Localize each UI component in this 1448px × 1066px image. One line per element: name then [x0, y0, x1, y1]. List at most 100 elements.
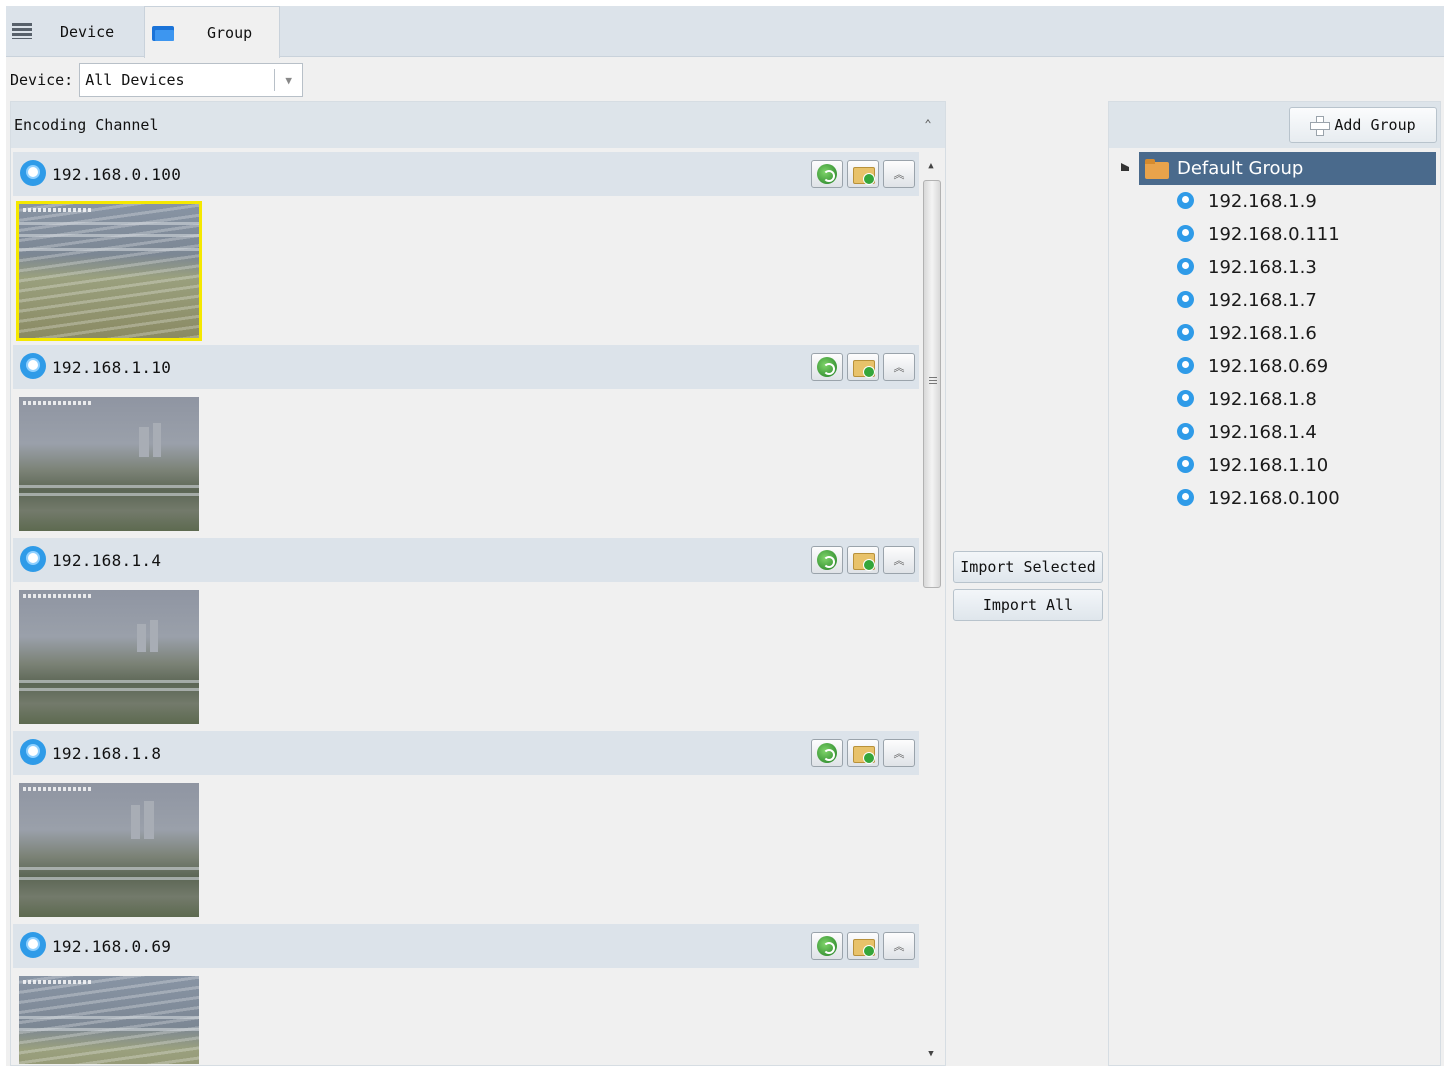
chevron-up-icon: ︽ — [893, 747, 905, 760]
tab-group[interactable]: Group — [144, 6, 280, 58]
collapse-button[interactable]: ︽ — [883, 353, 915, 381]
tab-device[interactable]: Device — [6, 6, 144, 57]
refresh-button[interactable] — [811, 546, 843, 574]
camera-icon — [1177, 455, 1194, 476]
add-to-group-button[interactable] — [847, 353, 879, 381]
import-selected-button[interactable]: Import Selected — [953, 551, 1103, 583]
encoding-channel-header: Encoding Channel ⌃ — [11, 102, 945, 148]
camera-icon — [20, 353, 46, 381]
tree-leaf-label: 192.168.0.69 — [1208, 356, 1329, 377]
channel-list: 192.168.0.100 ︽ 192.168.1.10 ︽ 192.168.1… — [13, 152, 919, 1064]
channel-thumbnail[interactable] — [16, 201, 202, 341]
add-to-group-button[interactable] — [847, 546, 879, 574]
scroll-thumb[interactable] — [923, 180, 941, 588]
expand-arrow-icon[interactable] — [1121, 163, 1129, 171]
tree-leaf-label: 192.168.1.4 — [1208, 422, 1317, 443]
channel-header[interactable]: 192.168.1.8 ︽ — [13, 731, 919, 775]
tree-leaf-label: 192.168.1.9 — [1208, 191, 1317, 212]
camera-icon — [1177, 224, 1194, 245]
group-panel: Add Group Default Group 192.168.1.9 192.… — [1108, 101, 1441, 1066]
channel-thumbnail[interactable] — [19, 976, 199, 1064]
chevron-up-icon: ︽ — [893, 940, 905, 953]
add-group-button[interactable]: Add Group — [1289, 107, 1437, 143]
channel-ip: 192.168.1.4 — [52, 550, 162, 570]
list-item: 192.168.0.100 ︽ — [13, 152, 919, 345]
tree-leaf[interactable]: 192.168.0.100 — [1109, 482, 1440, 515]
tab-bar: Device Group — [6, 6, 1444, 58]
collapse-button[interactable]: ︽ — [883, 932, 915, 960]
camera-icon — [20, 739, 46, 767]
channel-thumbnail[interactable] — [19, 397, 199, 531]
group-management-window: Device Group Device: All Devices ▼ Encod… — [6, 6, 1444, 1066]
tree-leaf-label: 192.168.1.3 — [1208, 257, 1317, 278]
refresh-button[interactable] — [811, 353, 843, 381]
refresh-button[interactable] — [811, 932, 843, 960]
camera-icon — [1177, 488, 1194, 509]
camera-icon — [1177, 389, 1194, 410]
scroll-down-icon[interactable]: ▼ — [921, 1044, 941, 1064]
channel-ip: 192.168.1.10 — [52, 357, 172, 377]
collapse-panel-icon[interactable]: ⌃ — [919, 115, 937, 133]
tree-leaf[interactable]: 192.168.1.6 — [1109, 317, 1440, 350]
folder-add-icon — [853, 359, 875, 378]
refresh-button[interactable] — [811, 160, 843, 188]
tree-leaf-label: 192.168.0.111 — [1208, 224, 1340, 245]
tree-leaf[interactable]: 192.168.0.111 — [1109, 218, 1440, 251]
tree-node-default-group[interactable]: Default Group — [1139, 152, 1436, 185]
chevron-up-icon: ︽ — [893, 554, 905, 567]
channel-header[interactable]: 192.168.1.4 ︽ — [13, 538, 919, 582]
tree-leaf[interactable]: 192.168.1.10 — [1109, 449, 1440, 482]
tree-node-label: Default Group — [1177, 158, 1304, 179]
channel-thumbnail[interactable] — [19, 590, 199, 724]
encoding-channel-title: Encoding Channel — [14, 116, 159, 134]
group-panel-header: Add Group — [1109, 102, 1440, 148]
tree-leaf-label: 192.168.0.100 — [1208, 488, 1340, 509]
chevron-up-icon: ︽ — [893, 168, 905, 181]
add-to-group-button[interactable] — [847, 932, 879, 960]
import-all-button[interactable]: Import All — [953, 589, 1103, 621]
folder-icon — [152, 24, 174, 42]
channel-list-scrollbar[interactable]: ▲ ▼ — [921, 152, 941, 1064]
camera-icon — [1177, 257, 1194, 278]
list-item: 192.168.1.8 ︽ — [13, 731, 919, 924]
collapse-button[interactable]: ︽ — [883, 546, 915, 574]
folder-add-icon — [853, 166, 875, 185]
add-group-label: Add Group — [1334, 116, 1416, 134]
tree-leaf-label: 192.168.1.8 — [1208, 389, 1317, 410]
tab-group-label: Group — [207, 23, 253, 42]
tab-device-label: Device — [60, 22, 115, 41]
tree-leaf-label: 192.168.1.6 — [1208, 323, 1317, 344]
tree-leaf[interactable]: 192.168.1.4 — [1109, 416, 1440, 449]
collapse-button[interactable]: ︽ — [883, 739, 915, 767]
channel-header[interactable]: 192.168.0.100 ︽ — [13, 152, 919, 196]
camera-icon — [20, 932, 46, 960]
tree-leaf[interactable]: 192.168.1.9 — [1109, 185, 1440, 218]
folder-add-icon — [853, 552, 875, 571]
channel-header[interactable]: 192.168.1.10 ︽ — [13, 345, 919, 389]
channel-thumbnail[interactable] — [19, 783, 199, 917]
camera-icon — [1177, 290, 1194, 311]
camera-icon — [20, 546, 46, 574]
tree-leaf[interactable]: 192.168.1.8 — [1109, 383, 1440, 416]
tree-leaf[interactable]: 192.168.1.7 — [1109, 284, 1440, 317]
device-filter: Device: All Devices ▼ — [10, 63, 304, 97]
add-to-group-button[interactable] — [847, 160, 879, 188]
refresh-button[interactable] — [811, 739, 843, 767]
tree-leaf-label: 192.168.1.10 — [1208, 455, 1329, 476]
device-select[interactable]: All Devices ▼ — [79, 63, 304, 97]
folder-icon — [1145, 158, 1169, 179]
folder-add-icon — [853, 745, 875, 764]
tree-leaf[interactable]: 192.168.0.69 — [1109, 350, 1440, 383]
channel-header[interactable]: 192.168.0.69 ︽ — [13, 924, 919, 968]
chevron-up-icon: ︽ — [893, 361, 905, 374]
refresh-icon — [817, 743, 837, 763]
tree-leaf[interactable]: 192.168.1.3 — [1109, 251, 1440, 284]
add-to-group-button[interactable] — [847, 739, 879, 767]
chevron-down-icon[interactable]: ▼ — [274, 69, 302, 91]
collapse-button[interactable]: ︽ — [883, 160, 915, 188]
camera-icon — [1177, 356, 1194, 377]
plus-icon — [1310, 116, 1331, 136]
tree-leaf-label: 192.168.1.7 — [1208, 290, 1317, 311]
encoding-channel-panel: Encoding Channel ⌃ 192.168.0.100 ︽ 192.1… — [10, 101, 946, 1066]
scroll-up-icon[interactable]: ▲ — [921, 156, 941, 176]
